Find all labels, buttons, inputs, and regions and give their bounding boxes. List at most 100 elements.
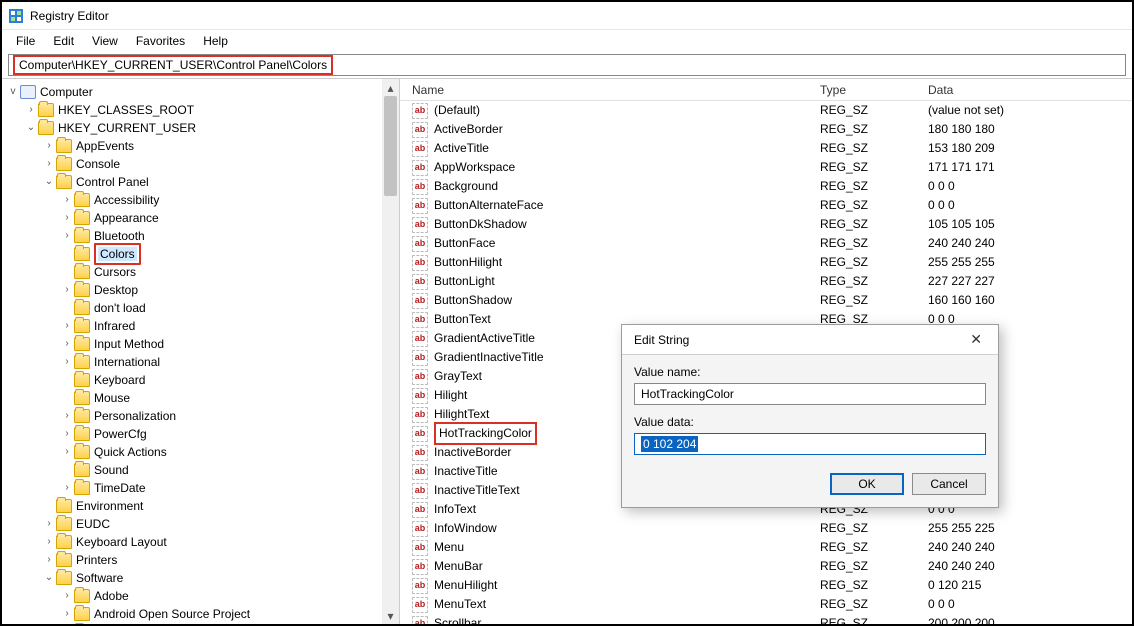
table-row[interactable]: abButtonLightREG_SZ227 227 227	[400, 272, 1132, 291]
table-row[interactable]: abButtonShadowREG_SZ160 160 160	[400, 291, 1132, 310]
value-type: REG_SZ	[820, 519, 928, 538]
tree-item[interactable]: ›Android Open Source Project	[2, 605, 399, 623]
table-row[interactable]: ab(Default)REG_SZ(value not set)	[400, 101, 1132, 120]
chevron-icon[interactable]: ›	[60, 353, 74, 371]
chevron-icon[interactable]: ›	[60, 587, 74, 605]
table-row[interactable]: abMenuHilightREG_SZ0 120 215	[400, 576, 1132, 595]
tree-item[interactable]: ⌄Software	[2, 569, 399, 587]
value-type: REG_SZ	[820, 272, 928, 291]
chevron-icon[interactable]: ›	[60, 335, 74, 353]
cancel-button[interactable]: Cancel	[912, 473, 986, 495]
tree-item[interactable]: ›Keyboard Layout	[2, 533, 399, 551]
chevron-icon[interactable]: ›	[60, 209, 74, 227]
table-row[interactable]: abScrollbarREG_SZ200 200 200	[400, 614, 1132, 624]
tree-root[interactable]: vComputer	[2, 83, 399, 101]
menu-file[interactable]: File	[8, 32, 43, 50]
table-row[interactable]: abActiveBorderREG_SZ180 180 180	[400, 120, 1132, 139]
string-value-icon: ab	[412, 597, 428, 613]
chevron-icon[interactable]: ›	[42, 533, 56, 551]
tree-item[interactable]: ›EUDC	[2, 515, 399, 533]
tree-item[interactable]: Keyboard	[2, 371, 399, 389]
value-data-field[interactable]: 0 102 204	[634, 433, 986, 455]
tree-item[interactable]: don't load	[2, 299, 399, 317]
chevron-icon[interactable]: ›	[60, 443, 74, 461]
chevron-icon[interactable]: ›	[60, 623, 74, 624]
tree-item[interactable]: ›Input Method	[2, 335, 399, 353]
address-bar[interactable]: Computer\HKEY_CURRENT_USER\Control Panel…	[8, 54, 1126, 76]
menu-edit[interactable]: Edit	[45, 32, 82, 50]
tree-item[interactable]: ›Desktop	[2, 281, 399, 299]
chevron-icon[interactable]: ›	[60, 425, 74, 443]
tree-item[interactable]: ›Infrared	[2, 317, 399, 335]
table-row[interactable]: abButtonDkShadowREG_SZ105 105 105	[400, 215, 1132, 234]
scroll-down-icon[interactable]: ▾	[382, 607, 399, 624]
ok-button[interactable]: OK	[830, 473, 904, 495]
tree-item[interactable]: ›Console	[2, 155, 399, 173]
tree-item[interactable]: ›Appearance	[2, 209, 399, 227]
tree-item[interactable]: ›TimeDate	[2, 479, 399, 497]
menu-favorites[interactable]: Favorites	[128, 32, 193, 50]
tree-item[interactable]: Sound	[2, 461, 399, 479]
table-row[interactable]: abAppWorkspaceREG_SZ171 171 171	[400, 158, 1132, 177]
chevron-icon[interactable]: ›	[42, 551, 56, 569]
tree-item[interactable]: ›Personalization	[2, 407, 399, 425]
tree-item[interactable]: ›HKEY_CLASSES_ROOT	[2, 101, 399, 119]
chevron-icon[interactable]: ›	[60, 605, 74, 623]
chevron-icon[interactable]: ⌄	[42, 569, 56, 587]
value-data: 0 0 0	[928, 177, 1132, 196]
table-row[interactable]: abButtonHilightREG_SZ255 255 255	[400, 253, 1132, 272]
table-row[interactable]: abMenuBarREG_SZ240 240 240	[400, 557, 1132, 576]
chevron-icon[interactable]: ⌄	[24, 119, 38, 137]
tree-item[interactable]: Environment	[2, 497, 399, 515]
table-row[interactable]: abButtonFaceREG_SZ240 240 240	[400, 234, 1132, 253]
scroll-up-icon[interactable]: ▴	[382, 79, 399, 96]
dialog-title-bar[interactable]: Edit String ✕	[622, 325, 998, 355]
tree-item[interactable]: ›International	[2, 353, 399, 371]
tree-item[interactable]: ›Bluetooth	[2, 227, 399, 245]
col-header-data[interactable]: Data	[928, 83, 1132, 97]
tree-item[interactable]: ⌄Control Panel	[2, 173, 399, 191]
tree-item[interactable]: ›Accessibility	[2, 191, 399, 209]
chevron-icon[interactable]: ›	[42, 515, 56, 533]
tree[interactable]: vComputer›HKEY_CLASSES_ROOT⌄HKEY_CURRENT…	[2, 79, 399, 624]
tree-item[interactable]: ›AppDataLow	[2, 623, 399, 624]
tree-label: Computer	[40, 83, 93, 101]
value-type: REG_SZ	[820, 120, 928, 139]
tree-item[interactable]: ⌄ HKEY_CURRENT_USER	[2, 119, 399, 137]
folder-icon	[74, 301, 90, 315]
table-row[interactable]: abActiveTitleREG_SZ153 180 209	[400, 139, 1132, 158]
close-icon[interactable]: ✕	[964, 329, 988, 350]
tree-scrollbar[interactable]: ▴ ▾	[382, 79, 399, 624]
tree-item[interactable]: Cursors	[2, 263, 399, 281]
chevron-icon[interactable]: ›	[60, 281, 74, 299]
chevron-icon[interactable]: ›	[60, 317, 74, 335]
table-row[interactable]: abButtonAlternateFaceREG_SZ0 0 0	[400, 196, 1132, 215]
menu-help[interactable]: Help	[195, 32, 236, 50]
tree-item[interactable]: ›Quick Actions	[2, 443, 399, 461]
chevron-icon[interactable]: ›	[60, 227, 74, 245]
col-header-type[interactable]: Type	[820, 83, 928, 97]
tree-item[interactable]: ›Printers	[2, 551, 399, 569]
table-row[interactable]: abInfoWindowREG_SZ255 255 225	[400, 519, 1132, 538]
chevron-icon[interactable]: ›	[24, 101, 38, 119]
chevron-icon[interactable]: ›	[60, 191, 74, 209]
table-row[interactable]: abBackgroundREG_SZ0 0 0	[400, 177, 1132, 196]
chevron-icon[interactable]: ›	[60, 407, 74, 425]
table-row[interactable]: abMenuREG_SZ240 240 240	[400, 538, 1132, 557]
menu-view[interactable]: View	[84, 32, 126, 50]
col-header-name[interactable]: Name	[400, 83, 820, 97]
chevron-icon[interactable]: ›	[42, 155, 56, 173]
tree-item[interactable]: ›Adobe	[2, 587, 399, 605]
tree-label: HKEY_CURRENT_USER	[58, 119, 196, 137]
tree-item[interactable]: ›PowerCfg	[2, 425, 399, 443]
value-name-field[interactable]: HotTrackingColor	[634, 383, 986, 405]
table-row[interactable]: abMenuTextREG_SZ0 0 0	[400, 595, 1132, 614]
tree-item[interactable]: Colors	[2, 245, 399, 263]
scroll-thumb[interactable]	[384, 96, 397, 196]
tree-item[interactable]: ›AppEvents	[2, 137, 399, 155]
folder-icon	[74, 229, 90, 243]
chevron-icon[interactable]: ⌄	[42, 173, 56, 191]
tree-item[interactable]: Mouse	[2, 389, 399, 407]
chevron-icon[interactable]: ›	[42, 137, 56, 155]
chevron-icon[interactable]: ›	[60, 479, 74, 497]
